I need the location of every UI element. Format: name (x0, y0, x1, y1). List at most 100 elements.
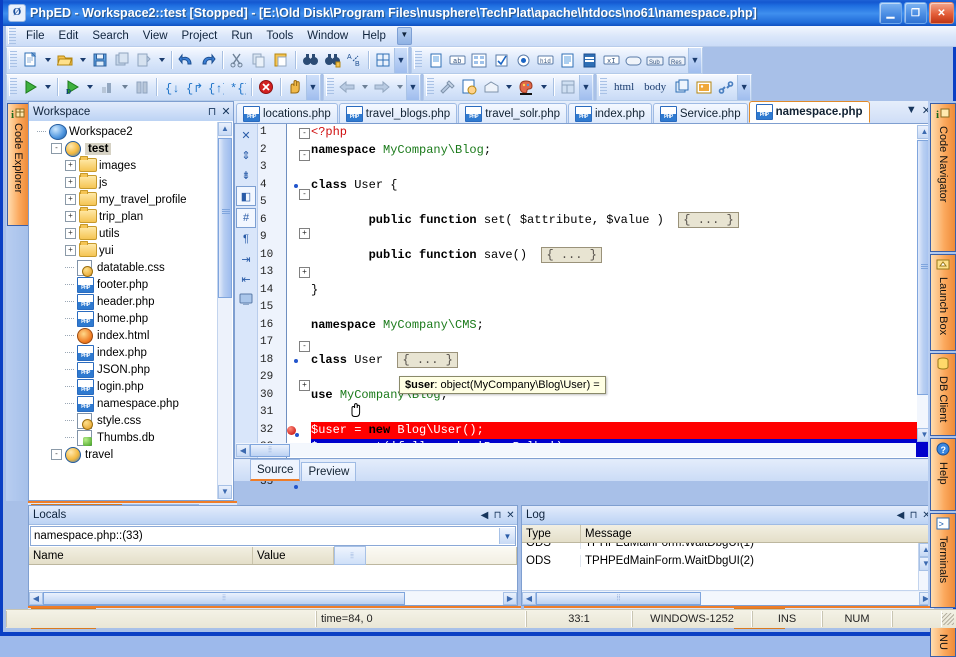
fold-empty[interactable] (299, 245, 311, 263)
scroll-left-icon[interactable]: ◀ (236, 443, 250, 457)
open-folder-icon[interactable] (54, 50, 76, 71)
tree-item-style-css[interactable]: style.css (33, 412, 233, 430)
toolbar-overflow-button[interactable]: ▼ (737, 74, 751, 100)
line-marker[interactable] (287, 404, 299, 422)
close-icon[interactable]: ✕ (219, 105, 233, 118)
tree-item-images[interactable]: + images (33, 156, 233, 174)
menu-item-file[interactable]: File (19, 28, 52, 44)
tree-expander[interactable]: + (65, 194, 76, 205)
chevron-down-icon[interactable] (393, 77, 406, 98)
line-marker[interactable] (287, 194, 299, 212)
hscroll-track[interactable]: ⦙⦙ (43, 591, 503, 605)
fold-toggle[interactable]: + (299, 266, 311, 285)
line-marker[interactable] (287, 282, 299, 300)
split-vertical-icon[interactable]: ⇕ (237, 146, 255, 164)
chevron-down-icon[interactable] (358, 77, 371, 98)
locals-column-resize[interactable]: ⦙⦙ (334, 546, 366, 565)
tree-expander[interactable]: - (51, 143, 62, 154)
pin-icon[interactable]: ⊓ (205, 105, 219, 118)
fold-empty[interactable] (299, 167, 311, 185)
button-icon[interactable] (622, 50, 644, 71)
line-marker[interactable] (287, 334, 299, 352)
line-marker[interactable] (287, 212, 299, 230)
run-green-arrow-icon[interactable] (19, 77, 41, 98)
code-line[interactable]: public function set( $attribute, $value … (311, 211, 933, 230)
line-marker[interactable] (287, 247, 299, 265)
panel-toggle-icon[interactable]: ◧ (236, 186, 256, 206)
undo-arrow-icon[interactable] (175, 50, 197, 71)
editor-breakpoint-margin[interactable]: ➨ (287, 124, 299, 489)
scroll-down-icon[interactable]: ▼ (218, 485, 232, 499)
tree-item-header-php[interactable]: header.php (33, 293, 233, 310)
log-hscrollbar[interactable]: ◀ ⦙⦙ ▶ (522, 590, 933, 605)
arrow-right-icon[interactable] (371, 77, 393, 98)
line-marker[interactable] (287, 369, 299, 387)
hand-icon[interactable] (284, 77, 306, 98)
paste-clipboard-icon[interactable] (270, 50, 292, 71)
toolbar-overflow-button[interactable]: ▼ (306, 74, 319, 100)
toolbar-overflow-button[interactable]: ▼ (579, 74, 592, 100)
line-marker[interactable] (287, 124, 299, 142)
layout-icon[interactable] (557, 77, 579, 98)
tab-list-menu-icon[interactable]: ▼ (906, 104, 917, 117)
toolbar-grip[interactable] (326, 78, 334, 96)
save-as-icon[interactable] (133, 50, 155, 71)
menu-item-help[interactable]: Help (355, 28, 393, 44)
chevron-down-icon[interactable] (83, 77, 96, 98)
code-line[interactable]: } (311, 282, 933, 300)
close-icon[interactable]: ✕ (237, 126, 255, 144)
fold-empty[interactable] (299, 358, 311, 376)
table-icon[interactable] (671, 77, 693, 98)
step-into-icon[interactable]: {↓} (160, 77, 182, 98)
hidden-field-icon[interactable]: hid (534, 50, 556, 71)
line-numbers-icon[interactable]: # (236, 208, 256, 228)
arrow-left-icon[interactable] (336, 77, 358, 98)
deploy-icon[interactable] (480, 77, 502, 98)
line-marker[interactable] (287, 159, 299, 177)
scroll-left-icon[interactable]: ◀ (522, 591, 536, 605)
code-line[interactable] (311, 334, 933, 352)
line-marker[interactable] (287, 229, 299, 247)
debug-arrow-icon[interactable]: D (61, 77, 83, 98)
chevron-down-icon[interactable] (76, 50, 89, 71)
step-out-icon[interactable]: {↑} (204, 77, 226, 98)
tree-item-js[interactable]: + js (33, 173, 233, 191)
fold-empty[interactable] (299, 319, 311, 337)
fold-toggle[interactable]: + (299, 227, 311, 246)
tree-item-yui[interactable]: + yui (33, 241, 233, 259)
menu-item-search[interactable]: Search (85, 28, 135, 44)
fold-empty[interactable] (299, 206, 311, 224)
save-all-icon[interactable] (111, 50, 133, 71)
chevron-down-icon[interactable] (155, 50, 168, 71)
menu-overflow-button[interactable]: ▼ (396, 27, 412, 45)
right-dock-tab-launch-box[interactable]: Launch Box (930, 254, 956, 351)
fold-empty[interactable] (299, 302, 311, 320)
fold-toggle[interactable]: + (299, 379, 311, 398)
close-button[interactable]: ✕ (929, 2, 954, 24)
resize-grip[interactable] (942, 613, 954, 625)
menu-item-edit[interactable]: Edit (52, 28, 86, 44)
editor-tab-travel-blogs-php[interactable]: travel_blogs.php (338, 103, 458, 123)
run-to-cursor-icon[interactable]: *{} (226, 77, 248, 98)
tree-item-test[interactable]: - test (33, 140, 233, 157)
code-line[interactable]: public function save() { ... } (311, 246, 933, 265)
document-blue-icon[interactable] (424, 50, 446, 71)
right-dock-tab-terminals[interactable]: > Terminals (930, 513, 956, 608)
toolbar-overflow-button[interactable]: ▼ (406, 74, 419, 100)
tree-item-workspace2[interactable]: Workspace2 (33, 123, 233, 140)
submit-icon[interactable]: Sub (644, 50, 666, 71)
terminate-red-icon[interactable] (255, 77, 277, 98)
checkbox-icon[interactable] (490, 50, 512, 71)
link-icon[interactable] (715, 77, 737, 98)
minimize-button[interactable]: ▁ (879, 2, 902, 24)
tree-expander[interactable]: + (65, 228, 76, 239)
menu-item-window[interactable]: Window (300, 28, 355, 44)
password-icon[interactable]: xI (600, 50, 622, 71)
scroll-right-icon[interactable]: ▶ (503, 591, 517, 605)
tree-item-thumbs-db[interactable]: Thumbs.db (33, 429, 233, 446)
line-marker[interactable] (287, 387, 299, 405)
palette-icon[interactable] (515, 77, 537, 98)
stop-bar-icon[interactable] (96, 77, 118, 98)
hscroll-track[interactable]: ⦙⦙ (250, 443, 916, 457)
fold-empty[interactable] (299, 485, 311, 503)
